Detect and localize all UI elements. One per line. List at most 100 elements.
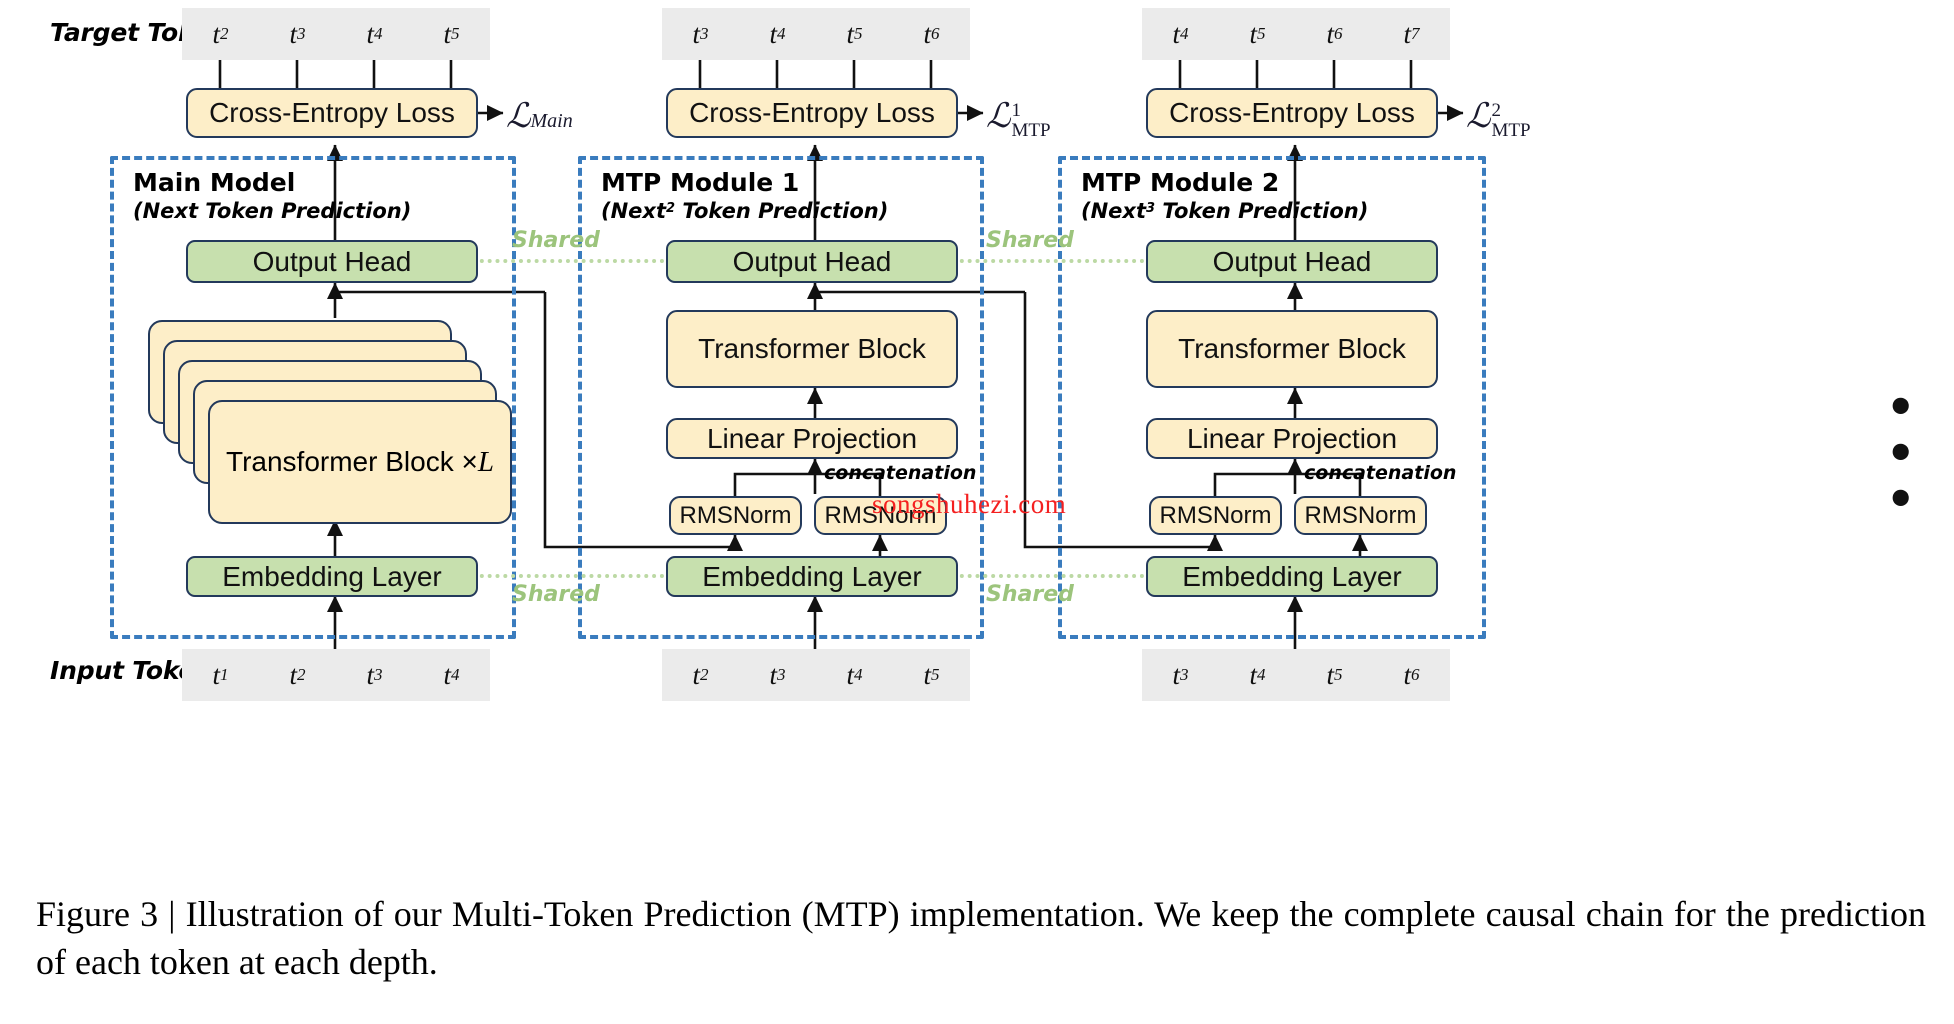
shared-output-head-line-1	[472, 259, 672, 263]
target-token-chip: t3	[662, 8, 739, 60]
module-subtitle-mtp1: (Next2 Token Prediction)	[601, 199, 888, 223]
linear-projection-mtp1: Linear Projection	[666, 418, 958, 459]
transformer-block-mtp1: Transformer Block	[666, 310, 958, 388]
shared-embedding-line-2	[952, 574, 1152, 578]
token-index: 2	[220, 24, 229, 43]
token-index: 1	[220, 665, 229, 684]
target-token-chip: t4	[1142, 8, 1219, 60]
token-index: 5	[1334, 665, 1343, 684]
loss-symbol: ℒ	[506, 98, 531, 135]
embedding-layer-main: Embedding Layer	[186, 556, 478, 597]
token-base: t	[769, 659, 777, 690]
watermark-text: songshuhezi.com	[872, 489, 1067, 519]
token-base: t	[1172, 659, 1180, 690]
rmsnorm-right-mtp2: RMSNorm	[1294, 496, 1427, 535]
target-token-chip: t3	[259, 8, 336, 60]
token-index: 6	[1334, 24, 1343, 43]
subtitle-suffix: Token Prediction)	[1155, 199, 1369, 223]
token-base: t	[692, 659, 700, 690]
input-token-chip: t5	[893, 649, 970, 701]
token-base: t	[846, 18, 854, 49]
module-title-mtp2: MTP Module 2	[1081, 168, 1280, 197]
subtitle-prefix: (Next	[601, 199, 666, 223]
token-base: t	[1249, 18, 1257, 49]
token-index: 3	[700, 24, 709, 43]
token-index: 6	[931, 24, 940, 43]
token-index: 5	[931, 665, 940, 684]
token-index: 5	[854, 24, 863, 43]
loss-subscript: MTP	[1491, 119, 1531, 141]
token-base: t	[692, 18, 700, 49]
concatenation-label-mtp1: concatenation	[824, 462, 977, 484]
loss-subscript: MTP	[1011, 119, 1051, 141]
shared-label-embed-1: Shared	[512, 582, 600, 607]
token-base: t	[289, 18, 297, 49]
subtitle-superscript: 3	[1146, 201, 1156, 216]
token-base: t	[212, 659, 220, 690]
input-token-chip: t3	[739, 649, 816, 701]
token-base: t	[769, 18, 777, 49]
concatenation-label-mtp2: concatenation	[1304, 462, 1457, 484]
token-base: t	[443, 659, 451, 690]
output-head-mtp2: Output Head	[1146, 240, 1438, 283]
token-index: 4	[451, 665, 460, 684]
target-token-chip: t5	[1219, 8, 1296, 60]
shared-label-embed-2: Shared	[986, 582, 1074, 607]
figure-caption: Figure 3 | Illustration of our Multi-Tok…	[36, 894, 1926, 983]
token-base: t	[1326, 659, 1334, 690]
transformer-block-main: Transformer Block × L	[208, 400, 512, 524]
token-base: t	[1172, 18, 1180, 49]
token-base: t	[846, 659, 854, 690]
module-title-main: Main Model	[133, 168, 296, 197]
transformer-block-mtp2: Transformer Block	[1146, 310, 1438, 388]
token-base: t	[1249, 659, 1257, 690]
target-token-chip: t4	[739, 8, 816, 60]
input-token-chip: t4	[816, 649, 893, 701]
shared-label-head-2: Shared	[986, 228, 1074, 253]
loss-label-mtp1: ℒ 1 MTP	[986, 96, 1051, 140]
output-head-main: Output Head	[186, 240, 478, 283]
token-base: t	[1403, 18, 1411, 49]
token-index: 5	[1257, 24, 1266, 43]
input-token-chip: t3	[1142, 649, 1219, 701]
token-base: t	[923, 659, 931, 690]
token-base: t	[212, 18, 220, 49]
target-token-chip: t6	[893, 8, 970, 60]
token-index: 3	[297, 24, 306, 43]
loss-superscript: 2	[1491, 99, 1502, 121]
subtitle-superscript: 2	[666, 201, 676, 216]
token-base: t	[923, 18, 931, 49]
input-token-chip: t1	[182, 649, 259, 701]
loss-subscript: Main	[530, 110, 573, 132]
token-index: 4	[854, 665, 863, 684]
input-token-chip: t4	[1219, 649, 1296, 701]
module-subtitle-mtp2: (Next3 Token Prediction)	[1081, 199, 1368, 223]
token-index: 3	[777, 665, 786, 684]
shared-embedding-line-1	[472, 574, 672, 578]
token-index: 4	[374, 24, 383, 43]
token-index: 6	[1411, 665, 1420, 684]
token-index: 3	[1180, 665, 1189, 684]
subtitle-prefix: (Next	[133, 199, 198, 223]
target-token-chip: t5	[816, 8, 893, 60]
input-token-chip: t2	[662, 649, 739, 701]
token-index: 2	[297, 665, 306, 684]
input-token-chip: t6	[1373, 649, 1450, 701]
token-index: 4	[777, 24, 786, 43]
loss-symbol: ℒ	[986, 98, 1011, 135]
cross-entropy-loss-box-main: Cross-Entropy Loss	[186, 88, 478, 138]
module-title-mtp1: MTP Module 1	[601, 168, 800, 197]
token-base: t	[366, 659, 374, 690]
token-base: t	[289, 659, 297, 690]
embedding-layer-mtp2: Embedding Layer	[1146, 556, 1438, 597]
token-index: 3	[374, 665, 383, 684]
input-token-chip: t4	[413, 649, 490, 701]
token-index: 2	[700, 665, 709, 684]
cross-entropy-loss-box-mtp2: Cross-Entropy Loss	[1146, 88, 1438, 138]
token-index: 5	[451, 24, 460, 43]
output-head-mtp1: Output Head	[666, 240, 958, 283]
input-token-chip: t2	[259, 649, 336, 701]
token-base: t	[443, 18, 451, 49]
target-token-chip: t6	[1296, 8, 1373, 60]
token-index: 4	[1180, 24, 1189, 43]
